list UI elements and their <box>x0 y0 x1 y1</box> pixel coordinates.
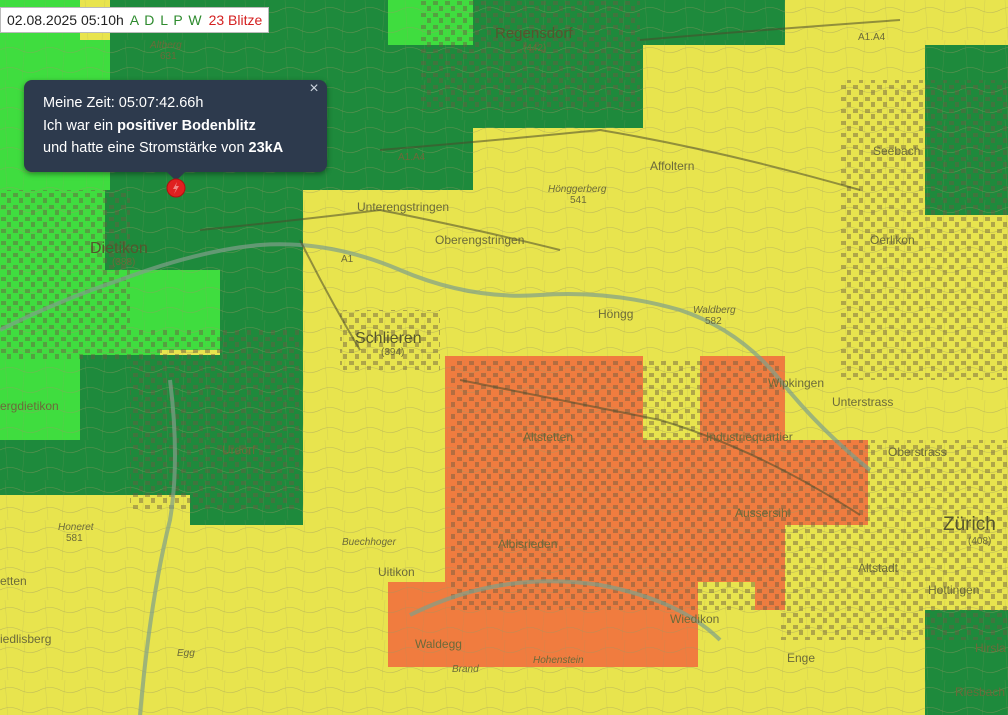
popup-line-type: Ich war ein positiver Bodenblitz <box>43 115 327 138</box>
label-a1a4-east: A1.A4 <box>858 32 886 43</box>
label-dietikon-elev: (388) <box>112 257 135 268</box>
label-uitikon: Uitikon <box>378 565 415 579</box>
status-layers[interactable]: A D L P W <box>130 12 203 28</box>
label-zurich: Zürich <box>943 514 996 535</box>
strike-info-popup: × Meine Zeit: 05:07:42.66h Ich war ein p… <box>24 80 327 172</box>
label-altberg-elev: 631 <box>160 51 177 62</box>
popup-type-prefix: Ich war ein <box>43 117 118 134</box>
popup-line-current: und hatte eine Stromstärke von 23kA <box>43 137 327 160</box>
label-stetten: etten <box>0 574 27 588</box>
label-altberg: Altberg <box>149 40 182 51</box>
label-brand: Brand <box>452 664 479 675</box>
label-honggerberg: Hönggerberg <box>548 184 607 195</box>
label-wiedikon: Wiedikon <box>670 612 719 626</box>
popup-line-time: Meine Zeit: 05:07:42.66h <box>43 92 327 115</box>
label-bergdietikon: ergdietikon <box>0 399 59 413</box>
label-unterstrass: Unterstrass <box>832 395 893 409</box>
label-oberstrass: Oberstrass <box>888 445 947 459</box>
status-datetime: 02.08.2025 05:10h <box>7 12 124 28</box>
label-hongg: Höngg <box>598 307 633 321</box>
label-riedlisberg: iedlisberg <box>0 632 51 646</box>
label-seebach: Seebach <box>873 144 920 158</box>
label-altstadt: Altstadt <box>858 561 899 575</box>
label-oerlikon: Oerlikon <box>870 233 915 247</box>
popup-type-value: positiver Bodenblitz <box>117 117 256 134</box>
status-bar: 02.08.2025 05:10h A D L P W 23 Blitze <box>0 7 270 33</box>
label-dietikon: Dietikon <box>90 240 148 257</box>
label-schlieren: Schlieren <box>355 330 422 347</box>
label-egg: Egg <box>177 648 195 659</box>
label-unterengstringen: Unterengstringen <box>357 200 449 214</box>
label-buechhoger: Buechhoger <box>342 537 397 548</box>
label-regensdorf: Regensdorf <box>495 25 573 42</box>
label-zurich-elev: (408) <box>968 536 991 547</box>
popup-time-text: Meine Zeit: 05:07:42.66h <box>43 95 204 111</box>
label-regensdorf-elev: (442) <box>523 43 546 54</box>
label-riesbach: Riesbach <box>955 685 1005 699</box>
label-aussersihl: Aussersihl <box>735 506 790 520</box>
label-hohenstein: Hohenstein <box>533 655 584 666</box>
label-wipkingen: Wipkingen <box>768 376 824 390</box>
popup-current-prefix: und hatte eine Stromstärke von <box>43 140 249 156</box>
label-a1a4: A1.A4 <box>398 152 426 163</box>
label-honggerberg-elev: 541 <box>570 195 587 206</box>
label-hottingen: Hottingen <box>928 583 979 597</box>
label-honeret-elev: 581 <box>66 533 83 544</box>
label-affoltern: Affoltern <box>650 159 694 173</box>
label-waldberg-elev: 582 <box>705 316 722 327</box>
lightning-strike-marker[interactable] <box>166 178 186 198</box>
label-honeret: Honeret <box>58 522 95 533</box>
label-a1: A1 <box>341 254 354 265</box>
label-enge: Enge <box>787 651 815 665</box>
close-icon[interactable]: × <box>305 80 323 98</box>
label-altstetten: Altstetten <box>523 430 573 444</box>
label-waldegg: Waldegg <box>415 637 462 651</box>
label-waldberg: Waldberg <box>693 305 736 316</box>
label-hirsla: Hirsla <box>975 641 1006 655</box>
label-oberengstringen: Oberengstringen <box>435 233 524 247</box>
label-albisrieden: Albisrieden <box>498 537 557 551</box>
status-strike-count: 23 Blitze <box>208 12 263 28</box>
popup-current-value: 23kA <box>248 140 284 156</box>
label-industriequartier: Industriequartier <box>706 430 793 444</box>
label-schlieren-elev: (394) <box>381 347 404 358</box>
label-urdorf: Urdorf <box>222 443 256 457</box>
